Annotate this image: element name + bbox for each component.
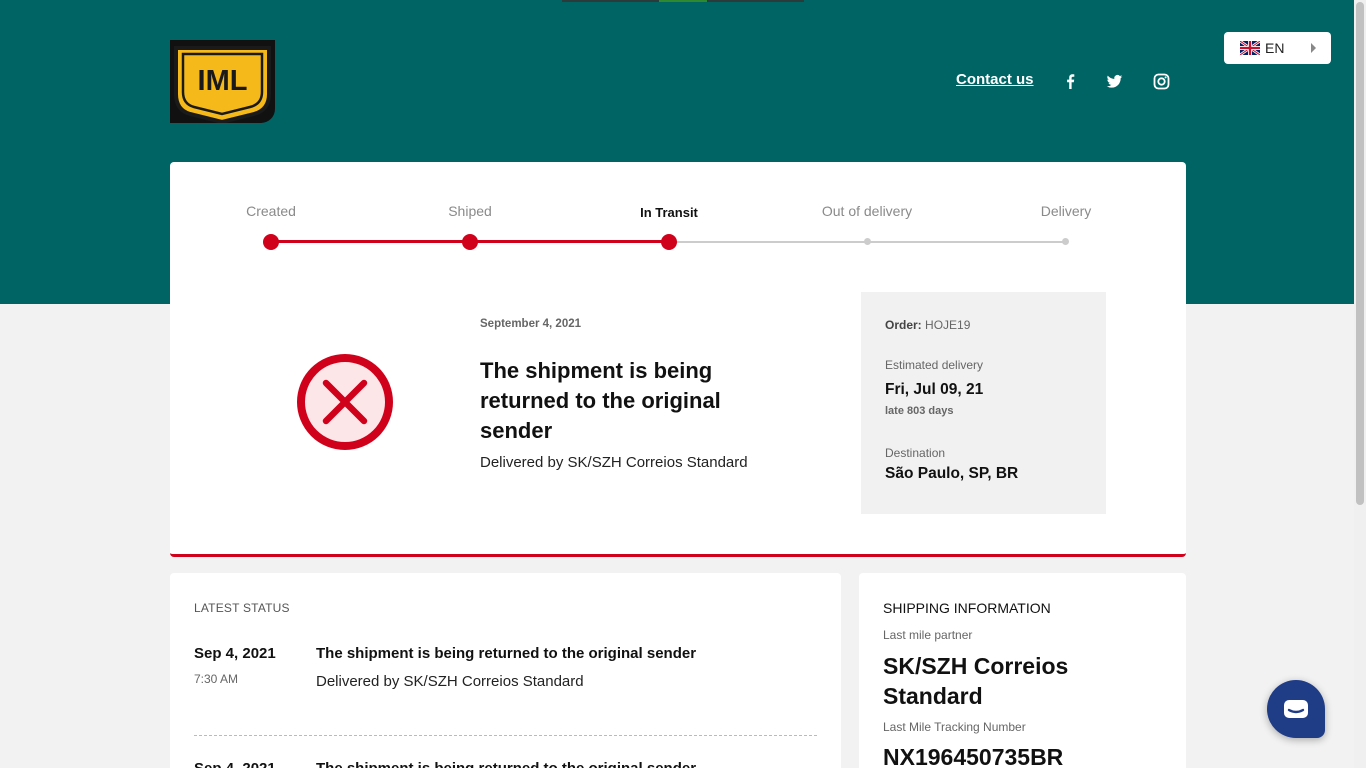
step-dot-in-transit [661, 234, 677, 250]
history-divider [194, 735, 817, 736]
chevron-right-icon [1311, 43, 1316, 53]
shipping-info-heading: SHIPPING INFORMATION [883, 600, 1051, 616]
history-row-subtitle: Delivered by SK/SZH Correios Standard [316, 673, 584, 690]
page-scrollbar[interactable] [1354, 0, 1366, 768]
status-subtitle: Delivered by SK/SZH Correios Standard [480, 454, 748, 471]
step-dot-delivery [1062, 238, 1069, 245]
latest-status-panel: LATEST STATUS Sep 4, 2021 7:30 AM The sh… [170, 573, 841, 768]
step-dot-out-of-delivery [864, 238, 871, 245]
language-label: EN [1265, 40, 1285, 56]
step-shiped-label: Shiped [448, 203, 492, 219]
estimated-delivery-label: Estimated delivery [885, 358, 984, 372]
history-row-title: The shipment is being returned to the or… [316, 760, 696, 768]
step-out-of-delivery-label: Out of delivery [821, 203, 913, 219]
last-mile-partner-label: Last mile partner [883, 628, 973, 642]
step-delivery-label: Delivery [1040, 203, 1092, 219]
order-line: Order: HOJE19 [885, 318, 970, 332]
chat-icon [1284, 700, 1308, 718]
language-selector[interactable]: EN [1224, 32, 1331, 64]
iml-logo[interactable]: IML [170, 40, 275, 123]
step-in-transit-label: In Transit [640, 205, 698, 220]
shipping-information-panel: SHIPPING INFORMATION Last mile partner S… [859, 573, 1186, 768]
chat-widget-button[interactable] [1267, 680, 1325, 738]
status-date: September 4, 2021 [480, 318, 582, 330]
late-badge: late 803 days [885, 405, 954, 417]
history-row-date: Sep 4, 2021 [194, 760, 276, 768]
progress-steps: Created Shiped In Transit Out of deliver… [170, 162, 1186, 262]
estimated-delivery-date: Fri, Jul 09, 21 [885, 381, 984, 398]
step-created-label: Created [246, 203, 296, 219]
status-title: The shipment is being returned to the or… [480, 358, 721, 443]
order-summary-box: Order: HOJE19 Estimated delivery Fri, Ju… [861, 292, 1106, 514]
uk-flag-icon [1239, 39, 1261, 57]
order-id: HOJE19 [925, 318, 971, 332]
svg-text:IML: IML [198, 65, 248, 97]
history-row-title: The shipment is being returned to the or… [316, 645, 697, 662]
scrollbar-thumb[interactable] [1356, 2, 1364, 505]
top-progress-line [562, 0, 804, 2]
x-circle-icon [296, 353, 394, 451]
contact-us-link[interactable]: Contact us [956, 71, 1034, 88]
facebook-icon[interactable] [1062, 73, 1079, 90]
order-label: Order: [885, 318, 922, 332]
instagram-icon[interactable] [1153, 73, 1170, 90]
step-dot-shiped [462, 234, 478, 250]
twitter-icon[interactable] [1106, 73, 1123, 90]
tracking-card: Created Shiped In Transit Out of deliver… [170, 162, 1186, 557]
history-row-date: Sep 4, 2021 [194, 645, 276, 662]
latest-status-heading: LATEST STATUS [194, 601, 290, 615]
history-row-time: 7:30 AM [194, 672, 239, 686]
destination-value: São Paulo, SP, BR [885, 465, 1019, 482]
step-dot-created [263, 234, 279, 250]
last-mile-partner-value: SK/SZH Correios Standard [883, 653, 1069, 709]
destination-label: Destination [885, 446, 946, 460]
tracking-number-label: Last Mile Tracking Number [883, 720, 1026, 734]
tracking-number-value[interactable]: NX196450735BR [883, 742, 1063, 768]
